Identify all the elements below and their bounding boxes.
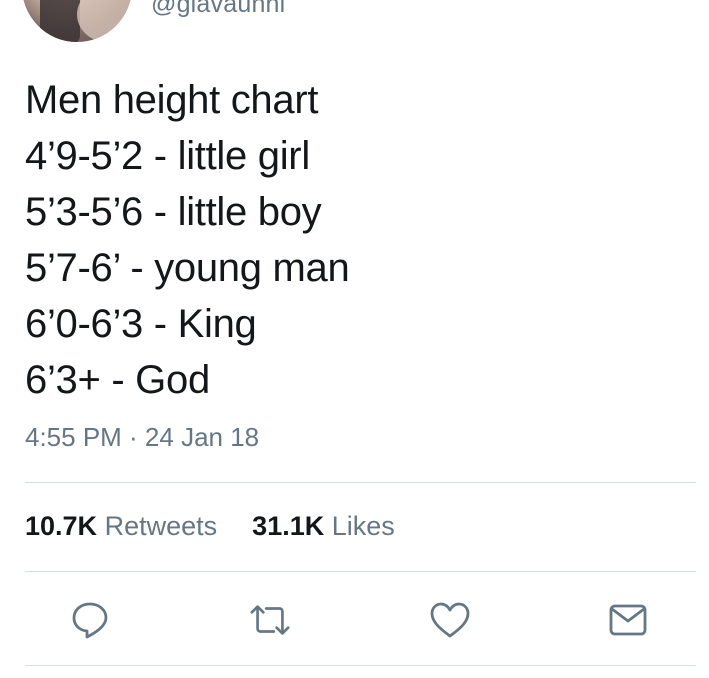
retweets-count: 10.7K [25, 511, 98, 541]
likes-label: Likes [331, 511, 395, 541]
tweet-stats: 10.7K Retweets 31.1K Likes [25, 511, 395, 542]
tweet-line: 6’0-6’3 - King [25, 302, 257, 346]
author-handle[interactable]: @giavaunni [151, 0, 285, 19]
retweet-icon [250, 605, 290, 635]
tweet-text: Men height chart 4’9-5’2 - little girl 5… [25, 72, 350, 408]
tweet-actions-bar [0, 598, 709, 642]
divider [25, 482, 696, 483]
reply-icon [72, 602, 108, 639]
reply-button[interactable] [68, 598, 112, 642]
likes-count: 31.1K [252, 511, 325, 541]
tweet-line: 4’9-5’2 - little girl [25, 134, 310, 178]
avatar-photo-detail [40, 0, 80, 42]
share-button[interactable] [606, 598, 650, 642]
avatar-photo-detail [77, 0, 132, 42]
retweets-label: Retweets [104, 511, 218, 541]
tweet-line: 5’3-5’6 - little boy [25, 190, 322, 234]
divider [25, 665, 696, 666]
retweet-button[interactable] [248, 598, 292, 642]
share-mail-icon [609, 604, 647, 636]
likes-stat[interactable]: 31.1K Likes [252, 511, 395, 541]
tweet-line: Men height chart [25, 78, 319, 122]
like-heart-icon [430, 602, 470, 638]
tweet-timestamp: 4:55 PM · 24 Jan 18 [25, 422, 260, 452]
retweets-stat[interactable]: 10.7K Retweets [25, 511, 225, 541]
avatar[interactable] [22, 0, 132, 42]
like-button[interactable] [428, 598, 472, 642]
tweet-line: 6’3+ - God [25, 358, 210, 402]
tweet-line: 5’7-6’ - young man [25, 246, 350, 290]
divider [25, 571, 696, 572]
